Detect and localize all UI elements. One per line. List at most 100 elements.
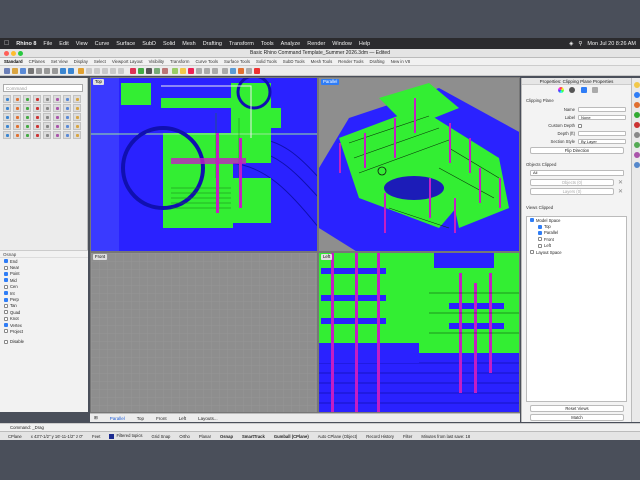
grid-snap-toggle[interactable]: Grid Snap (152, 434, 171, 439)
osnap-checkbox[interactable] (4, 284, 8, 289)
tree-checkbox[interactable] (538, 230, 542, 235)
layer-tool-icon[interactable] (3, 131, 11, 139)
menu-subd[interactable]: SubD (142, 41, 156, 47)
show-icon[interactable] (204, 68, 210, 74)
name-field[interactable] (578, 106, 626, 113)
units[interactable]: Feet (92, 434, 100, 439)
smarttrack-toggle[interactable]: SmartTrack (242, 434, 265, 439)
hide-tool-icon[interactable] (13, 131, 21, 139)
zoom-selected-icon[interactable] (118, 68, 124, 74)
viewport-front-label[interactable]: Front (93, 254, 108, 260)
clipping-plane-icon[interactable] (580, 87, 587, 93)
join-tool-icon[interactable] (63, 113, 71, 121)
move-tool-icon[interactable] (3, 122, 11, 130)
object-properties-icon[interactable] (569, 87, 576, 93)
flip-direction-button[interactable]: Flip Direction (530, 147, 624, 154)
minimize-window-icon[interactable] (11, 51, 16, 56)
color-wheel-icon[interactable] (558, 87, 564, 93)
reset-views-button[interactable]: Reset Views (530, 405, 624, 412)
objects-add-button[interactable]: Objects (0) (530, 179, 614, 186)
materials-panel-icon[interactable] (633, 102, 640, 108)
cplane-icon[interactable] (130, 68, 136, 74)
tab-viewport-layout[interactable]: Viewport Layout (112, 59, 143, 64)
menu-mesh[interactable]: Mesh (182, 41, 195, 47)
environment-panel-icon[interactable] (633, 112, 640, 118)
arc-tool-icon[interactable] (63, 95, 71, 103)
osnap-checkbox[interactable] (4, 278, 8, 283)
text-tool-icon[interactable] (23, 104, 31, 112)
menu-help[interactable]: Help (359, 41, 370, 47)
menu-surface[interactable]: Surface (116, 41, 135, 47)
record-history-toggle[interactable]: Record History (366, 434, 394, 439)
undo-icon[interactable] (60, 68, 66, 74)
properties-icon[interactable] (188, 68, 194, 74)
osnap-checkbox[interactable] (4, 297, 8, 302)
gumball-tool-icon[interactable] (63, 122, 71, 130)
depth-field[interactable] (578, 130, 626, 137)
osnap-checkbox[interactable] (4, 271, 8, 276)
options-icon[interactable] (246, 68, 252, 74)
vp-tab-front[interactable]: Front (156, 416, 167, 421)
lock-tool-icon[interactable] (23, 131, 31, 139)
tab-subd-tools[interactable]: SubD Tools (283, 59, 305, 64)
wifi-icon[interactable]: ◈ (569, 41, 573, 47)
trim-tool-icon[interactable] (43, 113, 51, 121)
materials-icon[interactable] (238, 68, 244, 74)
osnap-checkbox[interactable] (4, 339, 8, 344)
vp-tab-layouts[interactable]: Layouts... (198, 416, 218, 421)
dimension-tool-icon[interactable] (33, 131, 41, 139)
tab-mesh-tools[interactable]: Mesh Tools (311, 59, 333, 64)
zoom-icon[interactable] (94, 68, 100, 74)
close-window-icon[interactable] (4, 51, 9, 56)
vp-tab-parallel[interactable]: Parallel (110, 416, 125, 421)
copy-tool-icon[interactable] (13, 122, 21, 130)
chamfer-tool-icon[interactable] (23, 113, 31, 121)
viewport-top-label[interactable]: Top (93, 79, 104, 85)
menu-app-name[interactable]: Rhino 8 (16, 41, 36, 47)
grasshopper-icon[interactable] (633, 162, 640, 168)
search-icon[interactable]: ⚲ (578, 41, 582, 47)
osnap-item-project[interactable]: Project (0, 328, 88, 334)
osnap-checkbox[interactable] (4, 303, 8, 308)
pan-icon[interactable] (78, 68, 84, 74)
viewport-left[interactable]: Left (318, 252, 520, 413)
fillet-tool-icon[interactable] (13, 113, 21, 121)
copy-icon[interactable] (44, 68, 50, 74)
named-views-icon[interactable] (633, 142, 640, 148)
rotate-tool-icon[interactable] (23, 122, 31, 130)
polyline-tool-icon[interactable] (33, 95, 41, 103)
wireframe-icon[interactable] (146, 68, 152, 74)
extrude-tool-icon[interactable] (43, 104, 51, 112)
set-view-icon[interactable] (138, 68, 144, 74)
help-panel-icon[interactable] (633, 122, 640, 128)
layers-remove-icon[interactable]: ✕ (618, 188, 623, 195)
sweep-tool-icon[interactable] (63, 104, 71, 112)
loft-tool-icon[interactable] (53, 104, 61, 112)
menu-drafting[interactable]: Drafting (203, 41, 222, 47)
zoom-window-icon[interactable] (102, 68, 108, 74)
objects-remove-icon[interactable]: ✕ (618, 179, 623, 186)
point-tool-icon[interactable] (13, 95, 21, 103)
apple-icon[interactable]:  (4, 40, 9, 47)
osnap-checkbox[interactable] (4, 323, 8, 328)
tab-visibility[interactable]: Visibility (149, 59, 164, 64)
display-panel-icon[interactable] (633, 132, 640, 138)
gumball-toggle[interactable]: Gumball (CPlane) (274, 434, 309, 439)
planar-toggle[interactable]: Planar (199, 434, 211, 439)
viewport-left-label[interactable]: Left (321, 254, 333, 260)
tree-checkbox[interactable] (538, 224, 542, 229)
select-all-icon[interactable] (172, 68, 178, 74)
osnap-checkbox[interactable] (4, 259, 8, 264)
circle-tool-icon[interactable] (53, 95, 61, 103)
paste-icon[interactable] (52, 68, 58, 74)
select-tool-icon[interactable] (3, 95, 11, 103)
line-tool-icon[interactable] (23, 95, 31, 103)
label-select[interactable]: None (578, 114, 626, 121)
vp-tab-top[interactable]: Top (137, 416, 144, 421)
scale-tool-icon[interactable] (33, 122, 41, 130)
lock-icon[interactable] (212, 68, 218, 74)
viewport-front[interactable]: Front (90, 252, 318, 413)
tab-drafting[interactable]: Drafting (370, 59, 385, 64)
menu-window[interactable]: Window (332, 41, 352, 47)
polygon-tool-icon[interactable] (3, 104, 11, 112)
